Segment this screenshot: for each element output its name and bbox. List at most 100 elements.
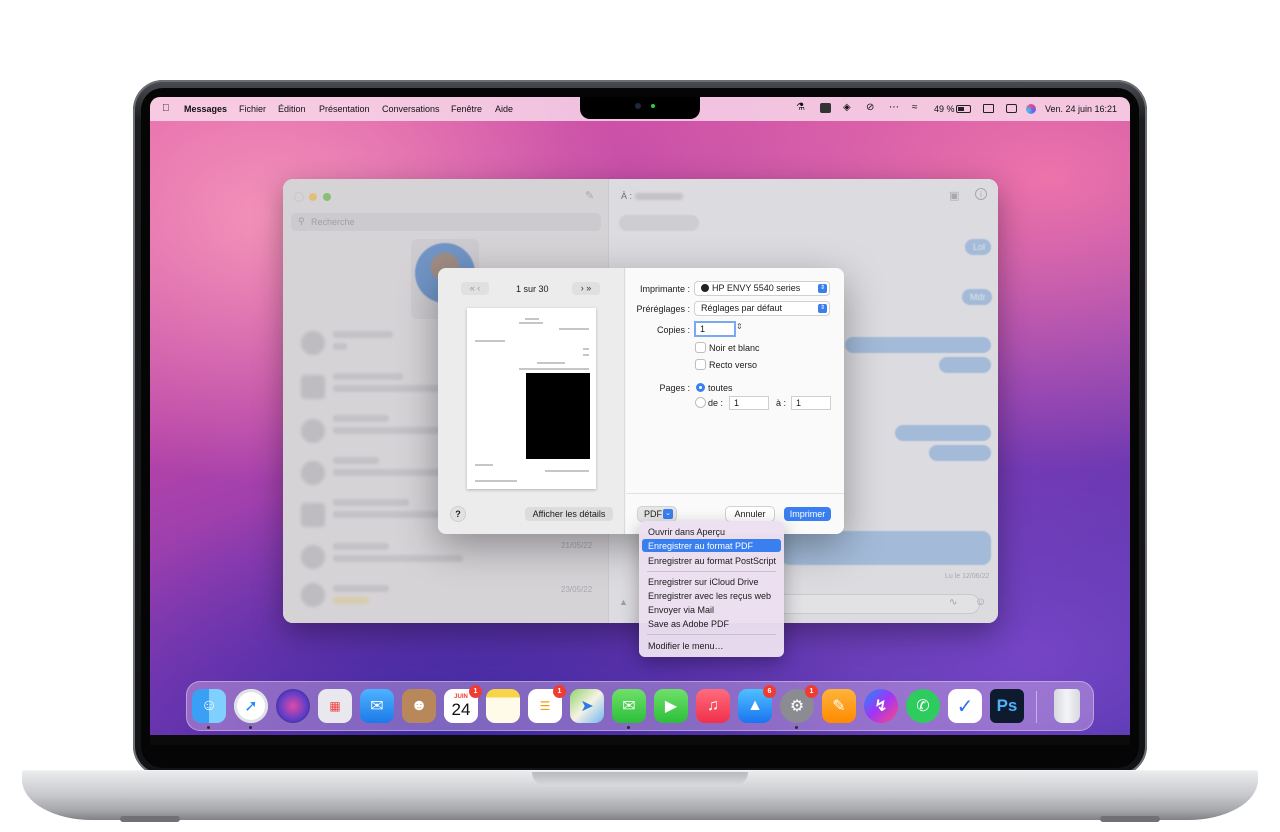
- calendar-day: 24: [451, 700, 471, 719]
- presets-select[interactable]: Réglages par défaut ⇕: [695, 302, 829, 315]
- trash-icon[interactable]: [1054, 689, 1080, 723]
- calendar-icon[interactable]: JUIN 24 1: [444, 685, 482, 723]
- duplex-checkbox[interactable]: [696, 360, 705, 369]
- desktop-screen:  Messages Fichier Édition Présentation …: [150, 97, 1130, 735]
- system-settings-icon[interactable]: ⚙ 1: [780, 685, 818, 723]
- menu-aide[interactable]: Aide: [495, 104, 513, 114]
- menu-presentation[interactable]: Présentation: [319, 104, 370, 114]
- menu-item-edit-menu[interactable]: Modifier le menu…: [642, 639, 781, 652]
- screen-chin: [150, 735, 1130, 745]
- preview-text-line: [583, 348, 589, 350]
- redacted-image: [526, 373, 590, 459]
- photoshop-icon[interactable]: Ps: [990, 689, 1024, 723]
- bw-checkbox[interactable]: [696, 343, 705, 352]
- menu-item-save-pdf[interactable]: Enregistrer au format PDF: [642, 539, 781, 552]
- menu-app-name[interactable]: Messages: [184, 104, 227, 114]
- menu-item-open-preview[interactable]: Ouvrir dans Aperçu: [642, 525, 781, 538]
- notes-icon[interactable]: [486, 689, 520, 723]
- window-icon[interactable]: [983, 104, 994, 113]
- whatsapp-icon[interactable]: ✆: [906, 689, 940, 723]
- chevron-updown-icon: ⇕: [818, 284, 827, 293]
- menu-item-send-mail[interactable]: Envoyer via Mail: [642, 603, 781, 616]
- menu-item-save-postscript[interactable]: Enregistrer au format PostScript: [642, 554, 781, 567]
- presets-value: Réglages par défaut: [701, 303, 783, 313]
- layers-icon[interactable]: ◈: [843, 102, 851, 113]
- copies-field[interactable]: 1: [696, 323, 734, 335]
- siri-icon[interactable]: [1026, 104, 1036, 114]
- pdf-menu-button[interactable]: PDF ⌄: [638, 507, 676, 521]
- preview-text-line: [525, 318, 539, 320]
- messenger-icon[interactable]: ↯: [864, 689, 898, 723]
- launchpad-icon[interactable]: ▦: [318, 689, 352, 723]
- dots-icon[interactable]: ⋯: [889, 102, 899, 113]
- chevron-updown-icon: ⇕: [818, 304, 827, 313]
- printer-icon: [701, 284, 709, 292]
- preview-text-line: [475, 480, 517, 482]
- next-last-page-button[interactable]: › »: [572, 282, 600, 295]
- copies-stepper-icon[interactable]: ⇕: [736, 322, 743, 331]
- page-counter: 1 sur 30: [516, 284, 549, 294]
- maps-icon[interactable]: ➤: [570, 689, 604, 723]
- menu-fichier[interactable]: Fichier: [239, 104, 266, 114]
- pages-to-label: à :: [776, 398, 787, 408]
- pages-all-radio[interactable]: [696, 383, 705, 392]
- siri-app-icon[interactable]: [276, 689, 310, 723]
- running-indicator: [795, 726, 798, 729]
- print-button[interactable]: Imprimer: [784, 507, 831, 521]
- duplex-label: Recto verso: [709, 360, 758, 370]
- wifi-icon[interactable]: ≈: [912, 102, 918, 113]
- printer-value: HP ENVY 5540 series: [712, 283, 801, 293]
- mail-icon[interactable]: ✉: [360, 689, 394, 723]
- print-preview-pane: « ‹ 1 sur 30 › » ? Afficher les détails: [438, 268, 625, 534]
- messages-icon[interactable]: ✉: [612, 689, 646, 723]
- pages-icon[interactable]: ✎: [822, 689, 856, 723]
- menu-item-save-adobe-pdf[interactable]: Save as Adobe PDF: [642, 617, 781, 630]
- pdf-label: PDF: [644, 509, 662, 519]
- running-indicator: [627, 726, 630, 729]
- music-icon[interactable]: ♫: [696, 689, 730, 723]
- preview-text-line: [545, 470, 589, 472]
- menu-item-save-icloud[interactable]: Enregistrer sur iCloud Drive: [642, 575, 781, 588]
- preview-text-line: [475, 464, 493, 466]
- printer-select[interactable]: HP ENVY 5540 series ⇕: [695, 282, 829, 295]
- menubar-app-icon[interactable]: [820, 103, 831, 113]
- apple-menu-icon[interactable]: : [162, 103, 170, 114]
- menu-fenetre[interactable]: Fenêtre: [451, 104, 482, 114]
- menu-separator: [647, 634, 776, 635]
- preview-text-line: [519, 322, 543, 324]
- menu-separator: [647, 571, 776, 572]
- bw-label: Noir et blanc: [709, 343, 760, 353]
- battery-icon[interactable]: [956, 105, 971, 113]
- laptop-foot-right: [1100, 816, 1160, 822]
- preview-text-line: [537, 362, 565, 364]
- appstore-badge: 6: [763, 685, 776, 698]
- print-dialog: « ‹ 1 sur 30 › » ? Afficher les détails: [438, 268, 844, 534]
- help-button[interactable]: ?: [451, 507, 465, 521]
- control-center-icon[interactable]: [1006, 104, 1017, 113]
- contacts-icon[interactable]: ☻: [402, 689, 436, 723]
- finder-icon[interactable]: ☺: [192, 689, 226, 723]
- pages-range-radio[interactable]: [696, 398, 705, 407]
- camera-lens-icon: [635, 103, 641, 109]
- clock[interactable]: Ven. 24 juin 16:21: [1045, 104, 1117, 114]
- mute-icon[interactable]: ⊘: [866, 102, 874, 113]
- todo-icon[interactable]: ✓: [948, 689, 982, 723]
- preview-text-line: [583, 354, 589, 356]
- chevron-down-icon: ⌄: [663, 509, 673, 519]
- appstore-icon[interactable]: ▲ 6: [738, 685, 776, 723]
- camera-notch: [580, 97, 700, 119]
- facetime-icon[interactable]: ▶: [654, 689, 688, 723]
- cancel-button[interactable]: Annuler: [726, 507, 774, 521]
- flask-icon[interactable]: ⚗: [796, 102, 805, 113]
- pages-from-field[interactable]: 1: [730, 397, 768, 409]
- show-details-button[interactable]: Afficher les détails: [525, 507, 613, 521]
- menu-item-save-web-receipts[interactable]: Enregistrer avec les reçus web: [642, 589, 781, 602]
- reminders-icon[interactable]: ☰ 1: [528, 685, 566, 723]
- menu-edition[interactable]: Édition: [278, 104, 306, 114]
- safari-icon[interactable]: ➚: [234, 689, 268, 723]
- first-previous-page-button[interactable]: « ‹: [461, 282, 489, 295]
- page-preview: [467, 308, 596, 489]
- menu-conversations[interactable]: Conversations: [382, 104, 440, 114]
- pages-to-field[interactable]: 1: [792, 397, 830, 409]
- divider: [626, 493, 844, 494]
